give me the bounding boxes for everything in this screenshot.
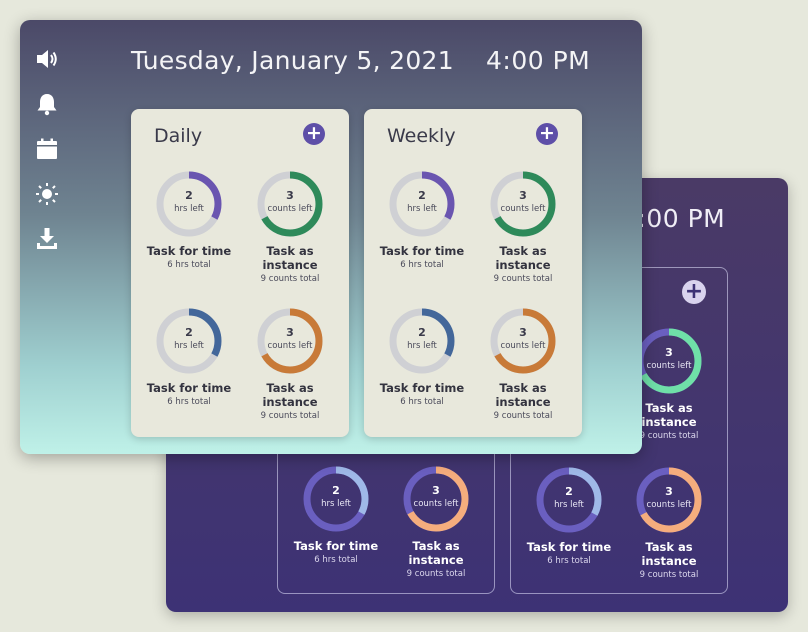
- task-name: Task as instance: [408, 539, 464, 567]
- progress-ring: 2 hrs left: [154, 306, 224, 376]
- progress-ring: 2 hrs left: [154, 169, 224, 239]
- calendar-icon[interactable]: [34, 136, 60, 162]
- download-icon[interactable]: [34, 226, 60, 252]
- ring-value: 3: [286, 326, 294, 339]
- task-name: Task as instance: [641, 540, 697, 568]
- progress-ring: 2 hrs left: [387, 306, 457, 376]
- volume-icon[interactable]: [34, 46, 60, 72]
- progress-ring: 2 hrs left: [534, 465, 604, 535]
- back-task-instance-3[interactable]: 3 counts left Task as instance 9 counts t…: [619, 465, 719, 580]
- task-name: Task for time: [379, 244, 465, 258]
- brightness-icon[interactable]: [34, 181, 60, 207]
- task-name: Task for time: [146, 244, 232, 258]
- progress-ring: 3 counts left: [401, 464, 471, 534]
- task-card-instance[interactable]: 3 counts left Task as instance 9 counts t…: [473, 306, 573, 421]
- daily-panel: Daily + 2 hrs left Task for time 6 hrs t…: [131, 109, 349, 437]
- progress-ring: 2 hrs left: [301, 464, 371, 534]
- task-name: Task as instance: [495, 244, 551, 272]
- back-task-time-1[interactable]: 2 hrs left Task for time 6 hrs total: [286, 464, 386, 565]
- progress-ring: 3 counts left: [255, 306, 325, 376]
- progress-ring: 3 counts left: [634, 326, 704, 396]
- ring-unit: counts left: [267, 341, 313, 351]
- date-display: Tuesday, January 5, 2021: [131, 46, 454, 75]
- task-name: Task for time: [146, 381, 232, 395]
- panel-title: Weekly: [387, 125, 456, 147]
- task-total: 9 counts total: [260, 411, 320, 421]
- ring-value: 3: [519, 326, 527, 339]
- panel-title: Daily: [154, 125, 203, 147]
- ring-value: 3: [665, 346, 673, 359]
- ring-value: 3: [519, 189, 527, 202]
- task-total: 6 hrs total: [167, 260, 211, 270]
- sidebar: [34, 46, 60, 271]
- time-display: 4:00 PM: [486, 46, 591, 75]
- task-name: Task for time: [379, 381, 465, 395]
- task-name: Task for time: [293, 539, 379, 553]
- ring-unit: hrs left: [554, 500, 584, 510]
- task-total: 6 hrs total: [400, 260, 444, 270]
- task-name: Task as instance: [262, 244, 318, 272]
- ring-unit: counts left: [646, 500, 692, 510]
- task-total: 6 hrs total: [314, 555, 358, 565]
- ring-unit: counts left: [267, 204, 313, 214]
- ring-value: 3: [432, 484, 440, 497]
- ring-unit: hrs left: [407, 341, 437, 351]
- back-task-instance-1[interactable]: 3 counts left Task as instance 9 counts t…: [386, 464, 486, 579]
- progress-ring: 2 hrs left: [387, 169, 457, 239]
- progress-ring: 3 counts left: [488, 169, 558, 239]
- ring-value: 2: [185, 326, 193, 339]
- task-total: 6 hrs total: [400, 397, 444, 407]
- add-task-button[interactable]: +: [682, 280, 706, 304]
- add-task-button[interactable]: +: [303, 123, 325, 145]
- ring-value: 2: [185, 189, 193, 202]
- weekly-panel: Weekly + 2 hrs left Task for time 6 hrs …: [364, 109, 582, 437]
- task-total: 9 counts total: [493, 411, 553, 421]
- task-total: 9 counts total: [493, 274, 553, 284]
- task-name: Task as instance: [262, 381, 318, 409]
- task-card-time[interactable]: 2 hrs left Task for time 6 hrs total: [372, 169, 472, 270]
- progress-ring: 3 counts left: [634, 465, 704, 535]
- ring-value: 2: [418, 189, 426, 202]
- ring-unit: counts left: [500, 341, 546, 351]
- task-total: 6 hrs total: [547, 556, 591, 566]
- task-total: 9 counts total: [639, 570, 699, 580]
- ring-unit: hrs left: [407, 204, 437, 214]
- ring-value: 3: [286, 189, 294, 202]
- task-total: 9 counts total: [406, 569, 466, 579]
- task-total: 9 counts total: [260, 274, 320, 284]
- front-window: Tuesday, January 5, 2021 4:00 PM Daily +…: [20, 20, 642, 454]
- task-card-time[interactable]: 2 hrs left Task for time 6 hrs total: [139, 169, 239, 270]
- add-task-button[interactable]: +: [536, 123, 558, 145]
- task-card-time[interactable]: 2 hrs left Task for time 6 hrs total: [372, 306, 472, 407]
- ring-value: 2: [332, 484, 340, 497]
- ring-unit: hrs left: [321, 499, 351, 509]
- progress-ring: 3 counts left: [488, 306, 558, 376]
- progress-ring: 3 counts left: [255, 169, 325, 239]
- ring-value: 3: [665, 485, 673, 498]
- ring-unit: counts left: [413, 499, 459, 509]
- task-card-instance[interactable]: 3 counts left Task as instance 9 counts t…: [473, 169, 573, 284]
- task-card-time[interactable]: 2 hrs left Task for time 6 hrs total: [139, 306, 239, 407]
- ring-unit: hrs left: [174, 341, 204, 351]
- ring-unit: counts left: [646, 361, 692, 371]
- task-name: Task for time: [526, 540, 612, 554]
- task-card-instance[interactable]: 3 counts left Task as instance 9 counts t…: [240, 169, 340, 284]
- ring-value: 2: [418, 326, 426, 339]
- task-total: 6 hrs total: [167, 397, 211, 407]
- bell-icon[interactable]: [34, 91, 60, 117]
- ring-unit: hrs left: [174, 204, 204, 214]
- back-task-time-2[interactable]: 2 hrs left Task for time 6 hrs total: [519, 465, 619, 566]
- task-name: Task as instance: [495, 381, 551, 409]
- ring-unit: counts left: [500, 204, 546, 214]
- task-card-instance[interactable]: 3 counts left Task as instance 9 counts t…: [240, 306, 340, 421]
- ring-value: 2: [565, 485, 573, 498]
